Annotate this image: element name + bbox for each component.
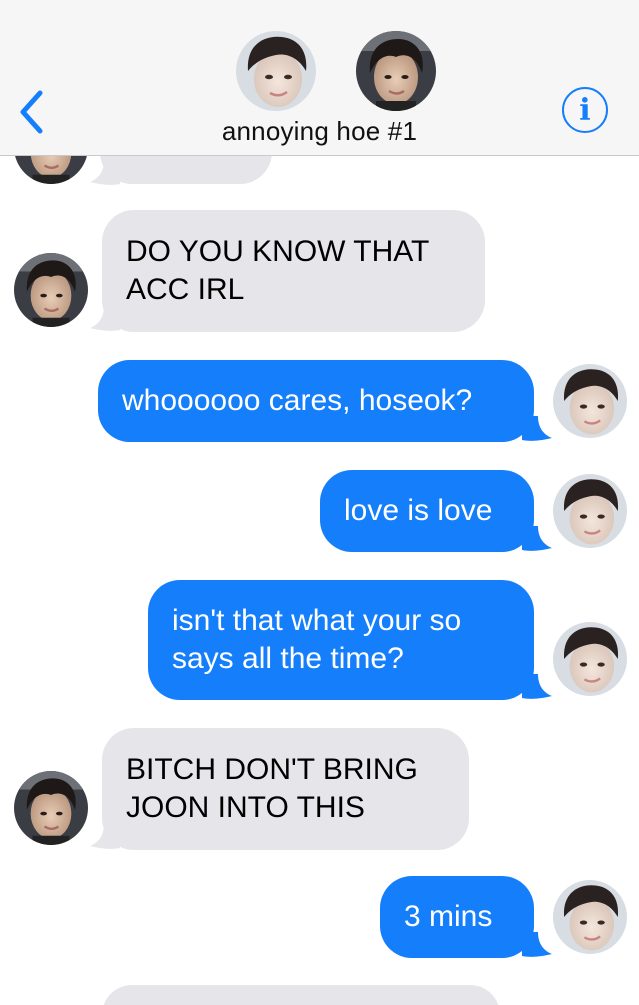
avatar [553,880,627,954]
contact-name[interactable]: annoying hoe #1 [0,116,639,147]
message-bubble-outgoing[interactable]: isn't that what your so says all the tim… [148,580,534,700]
message-text: isn't that what your so [172,604,462,637]
message-text: JOON INTO THIS [126,791,365,824]
message-bubble-outgoing[interactable]: whoooooo cares, hoseok? [98,360,534,442]
info-icon: i [579,92,591,128]
message-bubble-incoming[interactable] [102,985,500,1005]
message-text: whoooooo cares, hoseok? [122,384,473,417]
contact-avatar-yoongi[interactable] [236,31,316,111]
message-text: BITCH DON'T BRING [126,753,418,786]
avatar [14,253,88,327]
avatar-photo [14,771,88,845]
avatar [553,474,627,548]
avatar [236,31,316,111]
avatar [14,771,88,845]
avatar-photo [14,253,88,327]
message-bubble-outgoing[interactable]: 3 mins [380,876,534,958]
message-text: ACC IRL [126,273,245,306]
conversation-header: annoying hoe #1 i [0,0,639,156]
avatar-photo [553,364,627,438]
message-text: says all the time? [172,642,404,675]
message-bubble-incoming[interactable]: DO YOU KNOW THAT ACC IRL [102,210,485,332]
avatar-photo [553,880,627,954]
message-text: DO YOU KNOW THAT [126,235,430,268]
avatar-photo [553,622,627,696]
contact-avatar-hoseok[interactable] [356,31,436,111]
avatar [553,622,627,696]
bubble-tail [90,160,120,185]
message-bubble-outgoing[interactable]: love is love [320,470,534,552]
avatar [553,364,627,438]
avatar [356,31,436,111]
message-bubble-incoming[interactable]: BITCH DON'T BRING JOON INTO THIS [102,728,469,850]
message-text: love is love [344,494,493,527]
avatar-photo [553,474,627,548]
message-text: 3 mins [404,900,493,933]
info-button[interactable]: i [562,87,608,133]
